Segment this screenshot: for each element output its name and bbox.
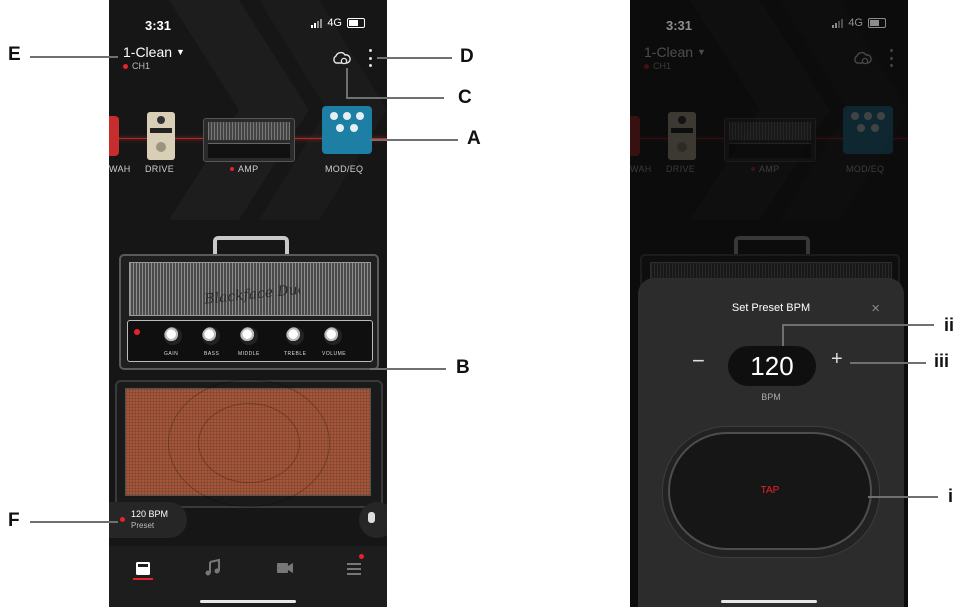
treble-label: TREBLE bbox=[284, 351, 307, 357]
callout-c: C bbox=[458, 87, 472, 108]
amp-block[interactable] bbox=[203, 118, 295, 162]
callout-line-c-vertical bbox=[346, 68, 348, 98]
tab-bar bbox=[109, 546, 387, 607]
callout-i: i bbox=[948, 486, 954, 506]
bpm-value: 120 BPM bbox=[131, 509, 169, 519]
signal-chain: WAH DRIVE AMP MOD/EQ bbox=[109, 100, 387, 190]
mod-eq-pedal[interactable] bbox=[322, 106, 372, 154]
callout-line-a bbox=[370, 139, 458, 141]
callout-line-ii-vertical bbox=[782, 324, 784, 346]
bass-knob[interactable] bbox=[202, 327, 220, 345]
status-time: 3:31 bbox=[145, 18, 172, 33]
menu-badge bbox=[359, 554, 364, 559]
speaker-cabinet bbox=[115, 379, 383, 508]
preset-name: 1-Clean bbox=[123, 44, 173, 60]
active-dot-icon bbox=[123, 63, 128, 69]
treble-knob[interactable] bbox=[286, 327, 304, 345]
gain-label: GAIN bbox=[164, 351, 179, 357]
callout-a: A bbox=[467, 128, 481, 149]
increment-button[interactable]: + bbox=[831, 348, 843, 371]
bpm-unit-label: BPM bbox=[761, 392, 781, 402]
tab-menu-icon[interactable] bbox=[345, 558, 365, 578]
amp-control-panel: GAIN BASS MIDDLE TREBLE VOLUME bbox=[127, 320, 373, 362]
battery-icon bbox=[347, 18, 365, 28]
middle-knob[interactable] bbox=[240, 327, 258, 345]
tab-music-icon[interactable] bbox=[203, 558, 223, 578]
bpm-input[interactable]: 120 bbox=[728, 346, 816, 386]
bpm-dot-icon bbox=[120, 517, 125, 522]
network-label: 4G bbox=[327, 17, 342, 29]
fx-label-amp: AMP bbox=[230, 164, 258, 174]
callout-line-f bbox=[30, 521, 118, 523]
bpm-screen: 3:31 4G 1-Clean ▼ CH1 WAH DRIVE AMP MOD/E… bbox=[630, 0, 908, 607]
fx-label-drive: DRIVE bbox=[145, 164, 175, 174]
bpm-sublabel: Preset bbox=[131, 521, 155, 530]
fx-label-mod-eq: MOD/EQ bbox=[325, 164, 364, 174]
callout-line-d bbox=[377, 57, 452, 59]
bpm-sheet: Set Preset BPM × − 120 + BPM TAP bbox=[638, 278, 904, 607]
callout-b: B bbox=[456, 357, 470, 378]
callout-line-b bbox=[370, 368, 446, 370]
drive-pedal[interactable] bbox=[147, 112, 175, 160]
callout-line-ii bbox=[782, 324, 934, 326]
fx-label-wah: WAH bbox=[109, 164, 131, 174]
bass-label: BASS bbox=[204, 351, 220, 357]
callout-d: D bbox=[460, 46, 474, 67]
bpm-button[interactable]: 120 BPM Preset bbox=[109, 502, 187, 538]
tab-active-indicator bbox=[133, 578, 153, 580]
callout-f: F bbox=[8, 510, 20, 531]
mic-icon bbox=[368, 512, 375, 523]
amp-grill: Blackface Duo bbox=[129, 262, 371, 316]
home-indicator bbox=[200, 600, 296, 603]
wah-pedal[interactable] bbox=[109, 116, 119, 156]
mic-button[interactable] bbox=[359, 502, 387, 538]
home-indicator bbox=[721, 600, 817, 603]
cloud-icon[interactable] bbox=[331, 50, 351, 66]
volume-knob[interactable] bbox=[324, 327, 342, 345]
signal-icon bbox=[311, 18, 323, 28]
status-bar: 3:31 4G bbox=[109, 0, 387, 40]
callout-line-i bbox=[868, 496, 938, 498]
channel-label: CH1 bbox=[132, 61, 151, 71]
more-options-icon[interactable] bbox=[365, 49, 375, 67]
preset-selector[interactable]: 1-Clean ▼ bbox=[123, 44, 185, 60]
callout-ii: ii bbox=[944, 315, 955, 335]
middle-label: MIDDLE bbox=[238, 351, 260, 357]
sheet-title: Set Preset BPM bbox=[731, 302, 811, 314]
callout-e: E bbox=[8, 44, 21, 65]
tab-video-icon[interactable] bbox=[275, 558, 295, 578]
gain-knob[interactable] bbox=[164, 327, 182, 345]
channel-indicator: CH1 bbox=[123, 61, 150, 71]
svg-text:Blackface Duo: Blackface Duo bbox=[203, 281, 302, 308]
power-indicator bbox=[134, 329, 140, 335]
tap-tempo-button[interactable]: TAP bbox=[668, 432, 872, 550]
caret-down-icon: ▼ bbox=[176, 47, 185, 57]
decrement-button[interactable]: − bbox=[692, 348, 705, 374]
volume-label: VOLUME bbox=[322, 351, 347, 357]
amp-head[interactable]: Blackface Duo GAIN BASS MIDDLE TREBLE VO… bbox=[117, 232, 379, 382]
callout-line-iii bbox=[850, 362, 926, 364]
close-icon[interactable]: × bbox=[871, 300, 880, 317]
callout-line-e bbox=[30, 56, 118, 58]
callout-iii: iii bbox=[934, 351, 950, 371]
tab-amp-icon[interactable] bbox=[133, 558, 153, 578]
amp-logo: Blackface Duo bbox=[203, 281, 302, 308]
callout-line-c bbox=[346, 97, 444, 99]
